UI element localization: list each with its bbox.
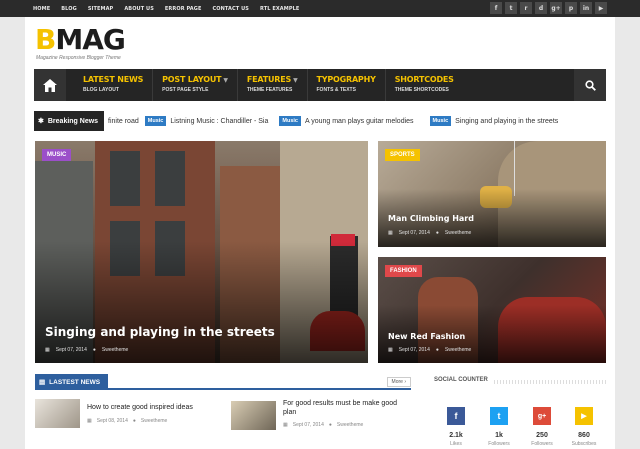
- category-badge[interactable]: FASHION: [385, 265, 422, 277]
- list-item[interactable]: For good results must be make good plan …: [231, 399, 411, 431]
- google-plus-icon: g+: [533, 407, 551, 425]
- top-nav-error[interactable]: ERROR PAGE: [165, 6, 202, 12]
- facebook-icon[interactable]: f: [490, 2, 502, 14]
- user-icon: ●: [132, 418, 136, 424]
- calendar-icon: ▦: [283, 422, 288, 428]
- nav-features[interactable]: FEATURES ▼ THEME FEATURES: [238, 69, 308, 101]
- top-nav-sitemap[interactable]: SITEMAP: [88, 6, 114, 12]
- main-nav: LATEST NEWS BLOG LAYOUT POST LAYOUT ▼ POS…: [34, 69, 606, 101]
- post-title[interactable]: For good results must be make good plan: [283, 399, 411, 417]
- scene-window: [110, 151, 140, 206]
- search-button[interactable]: [574, 69, 606, 101]
- news-ticker: finite road Music Listning Music : Chand…: [108, 111, 606, 131]
- user-icon: ●: [328, 422, 332, 428]
- pin-icon: ✱: [38, 118, 44, 125]
- top-bar: HOME BLOG SITEMAP ABOUT US ERROR PAGE CO…: [0, 0, 640, 17]
- post-thumbnail[interactable]: [35, 399, 80, 428]
- feature-title[interactable]: Singing and playing in the streets: [45, 325, 275, 339]
- user-icon: ●: [435, 347, 439, 353]
- home-icon: [43, 78, 57, 92]
- social-counter-header: SOCIAL COUNTER: [434, 374, 606, 390]
- twitter-icon[interactable]: t: [505, 2, 517, 14]
- calendar-icon: ▦: [45, 347, 50, 353]
- nav-shortcodes[interactable]: SHORTCODES THEME SHORTCODES: [386, 69, 463, 101]
- nav-latest-news[interactable]: LATEST NEWS BLOG LAYOUT: [74, 69, 154, 101]
- chevron-down-icon: ▼: [293, 77, 298, 84]
- top-nav-home[interactable]: HOME: [33, 6, 50, 12]
- home-button[interactable]: [34, 69, 66, 101]
- post-thumbnail[interactable]: [231, 401, 276, 430]
- feature-title[interactable]: New Red Fashion: [388, 332, 465, 341]
- counter-twitter[interactable]: t 1k Followers: [481, 407, 517, 447]
- site-tagline: Magazine Responsive Blogger Theme: [36, 55, 121, 61]
- counter-google-plus[interactable]: g+ 250 Followers: [524, 407, 560, 447]
- search-icon: [584, 79, 596, 91]
- youtube-icon[interactable]: ▶: [595, 2, 607, 14]
- chevron-down-icon: ▼: [223, 77, 228, 84]
- top-nav-about[interactable]: ABOUT US: [124, 6, 154, 12]
- ticker-item[interactable]: Singing and playing in the streets: [455, 118, 558, 125]
- top-nav-rtl[interactable]: RTL EXAMPLE: [260, 6, 299, 12]
- top-nav: HOME BLOG SITEMAP ABOUT US ERROR PAGE CO…: [33, 0, 310, 17]
- chevron-right-icon: ›: [404, 379, 406, 385]
- post-meta: ▦ Sept 08, 2014 ● Sweetheme: [87, 418, 168, 424]
- calendar-icon: ▦: [87, 418, 92, 424]
- youtube-icon: ▶: [575, 407, 593, 425]
- header-divider: [494, 380, 606, 384]
- latest-news-header: ▤ LASTEST NEWS More ›: [35, 374, 411, 390]
- post-meta: ▦ Sept 07, 2014 ● Sweetheme: [283, 422, 364, 428]
- counter-youtube[interactable]: ▶ 860 Subscribes: [566, 407, 602, 447]
- ticker-item[interactable]: finite road: [108, 118, 139, 125]
- more-button[interactable]: More ›: [386, 377, 411, 387]
- feature-tile-fashion[interactable]: FASHION New Red Fashion ▦ Sept 07, 2014 …: [378, 257, 606, 363]
- ticker-tag[interactable]: Music: [429, 116, 452, 126]
- feature-title[interactable]: Man Climbing Hard: [388, 214, 474, 223]
- scene-window: [155, 151, 185, 206]
- nav-post-layout[interactable]: POST LAYOUT ▼ POST PAGE STYLE: [153, 69, 238, 101]
- nav-typography[interactable]: TYPOGRAPHY FONTS & TEXTS: [308, 69, 386, 101]
- counter-facebook[interactable]: f 2.1k Likes: [438, 407, 474, 447]
- feature-meta: ▦ Sept 07, 2014 ● Sweetheme: [45, 347, 129, 353]
- tile-shade: [35, 240, 368, 363]
- category-badge[interactable]: MUSIC: [42, 149, 72, 161]
- feature-meta: ▦ Sept 07, 2014 ● Sweetheme: [388, 230, 472, 236]
- linkedin-icon[interactable]: in: [580, 2, 592, 14]
- breaking-news-bar: ✱ Breaking News finite road Music Listni…: [34, 111, 606, 131]
- latest-news-tab: ▤ LASTEST NEWS: [35, 374, 108, 390]
- list-icon: ▤: [39, 379, 46, 386]
- rss-icon[interactable]: r: [520, 2, 532, 14]
- calendar-icon: ▦: [388, 230, 393, 236]
- ticker-tag[interactable]: Music: [279, 116, 301, 126]
- feature-tile-sports[interactable]: SPORTS Man Climbing Hard ▦ Sept 07, 2014…: [378, 141, 606, 247]
- top-nav-blog[interactable]: BLOG: [61, 6, 77, 12]
- facebook-icon: f: [447, 407, 465, 425]
- nav-items: LATEST NEWS BLOG LAYOUT POST LAYOUT ▼ POS…: [74, 69, 463, 101]
- ticker-item[interactable]: A young man plays guitar melodies: [305, 118, 414, 125]
- pinterest-icon[interactable]: p: [565, 2, 577, 14]
- dribbble-icon[interactable]: d: [535, 2, 547, 14]
- breaking-news-label: ✱ Breaking News: [34, 111, 104, 131]
- ticker-item[interactable]: Listning Music : Chandiller - Sia: [170, 118, 268, 125]
- user-icon: ●: [92, 347, 96, 353]
- feature-meta: ▦ Sept 07, 2014 ● Sweetheme: [388, 347, 472, 353]
- user-icon: ●: [435, 230, 439, 236]
- category-badge[interactable]: SPORTS: [385, 149, 420, 161]
- social-links: f t r d g+ p in ▶: [490, 2, 607, 14]
- feature-tile-music[interactable]: MUSIC Singing and playing in the streets…: [35, 141, 368, 363]
- google-plus-icon[interactable]: g+: [550, 2, 562, 14]
- site-logo[interactable]: BMAG: [35, 26, 126, 54]
- calendar-icon: ▦: [388, 347, 393, 353]
- list-item[interactable]: How to create good inspired ideas ▦ Sept…: [35, 399, 215, 431]
- top-nav-contact[interactable]: CONTACT US: [212, 6, 248, 12]
- post-title[interactable]: How to create good inspired ideas: [87, 403, 217, 412]
- ticker-tag[interactable]: Music: [144, 116, 167, 126]
- twitter-icon: t: [490, 407, 508, 425]
